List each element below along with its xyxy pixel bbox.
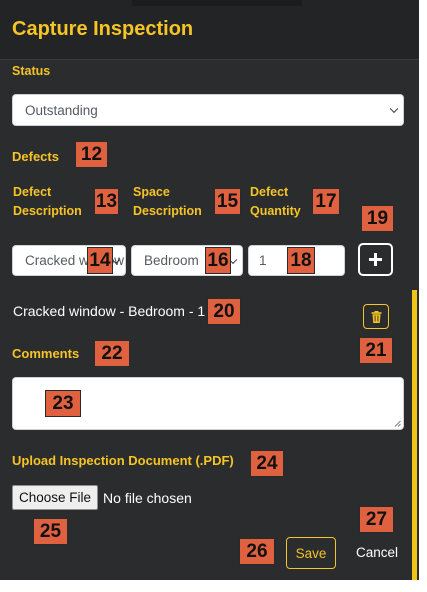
annotation-badge: 22 xyxy=(94,340,130,367)
modal-title: Capture Inspection xyxy=(12,18,194,40)
annotation-badge: 27 xyxy=(359,506,394,533)
space-description-label: Space Description xyxy=(133,185,202,218)
annotation-badge: 18 xyxy=(287,247,315,274)
annotation-badge: 13 xyxy=(94,188,119,215)
defect-list-item: Cracked window - Bedroom - 1 xyxy=(13,303,206,319)
annotation-badge: 12 xyxy=(75,141,108,168)
scrollbar[interactable] xyxy=(412,290,417,580)
annotation-badge: 21 xyxy=(359,337,393,364)
file-status-text: No file chosen xyxy=(103,489,192,506)
annotation-badge: 23 xyxy=(45,390,81,417)
annotation-badge: 25 xyxy=(33,518,68,545)
save-button[interactable]: Save xyxy=(286,537,336,569)
annotation-badge: 16 xyxy=(205,247,231,274)
annotation-badge: 14 xyxy=(87,247,113,274)
cancel-button[interactable]: Cancel xyxy=(356,545,398,560)
modal-header: Capture Inspection xyxy=(0,0,419,60)
defect-quantity-label: Defect Quantity xyxy=(250,185,301,218)
status-select-value: Outstanding xyxy=(25,102,98,118)
file-upload-control: Choose File No file chosen xyxy=(12,485,192,510)
defects-heading: Defects xyxy=(12,149,59,164)
status-label: Status xyxy=(12,64,51,78)
upload-document-label: Upload Inspection Document (.PDF) xyxy=(12,453,234,468)
background-page-edge xyxy=(132,0,302,6)
annotation-badge: 15 xyxy=(214,188,241,215)
chevron-down-icon xyxy=(389,104,399,114)
defect-quantity-value: 1 xyxy=(259,253,267,268)
trash-icon xyxy=(371,310,381,323)
defect-description-label: Defect Description xyxy=(13,185,82,218)
annotation-badge: 19 xyxy=(361,205,394,232)
delete-defect-button[interactable] xyxy=(363,304,389,329)
annotation-badge: 17 xyxy=(312,188,340,215)
status-select[interactable]: Outstanding xyxy=(12,94,404,126)
choose-file-button[interactable]: Choose File xyxy=(12,485,99,510)
annotation-badge: 20 xyxy=(207,298,241,325)
annotation-badge: 24 xyxy=(250,450,284,477)
comments-label: Comments xyxy=(12,346,80,361)
resize-grip-icon[interactable] xyxy=(394,420,401,427)
add-defect-button[interactable] xyxy=(358,243,393,276)
annotation-badge: 26 xyxy=(239,538,275,565)
capture-inspection-modal: Capture Inspection Status Outstanding De… xyxy=(0,0,419,580)
space-description-value: Bedroom xyxy=(144,253,199,268)
